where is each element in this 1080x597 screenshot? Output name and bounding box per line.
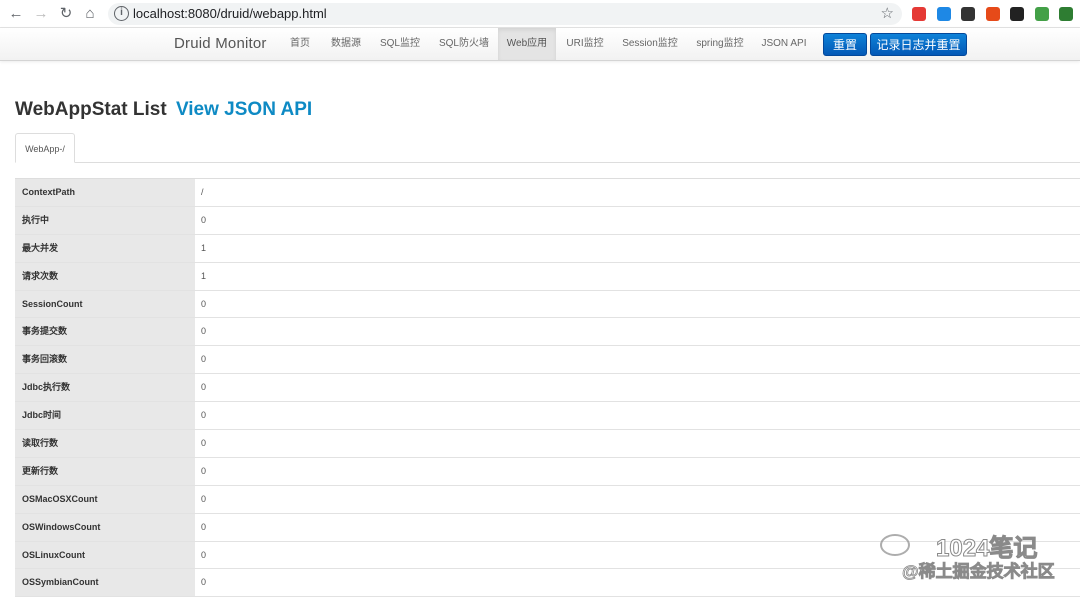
nav-uri-monitor[interactable]: URI监控 bbox=[560, 28, 610, 60]
nav-session-monitor[interactable]: Session监控 bbox=[616, 28, 684, 60]
table-row: SessionCount 0 bbox=[15, 290, 1080, 319]
stat-key: 请求次数 bbox=[15, 262, 195, 290]
stat-key: 更新行数 bbox=[15, 457, 195, 485]
nav-home[interactable]: 首页 bbox=[282, 28, 318, 60]
brand-title[interactable]: Druid Monitor bbox=[174, 35, 267, 52]
table-row: OSMacOSXCount 0 bbox=[15, 485, 1080, 514]
nav-datasource[interactable]: 数据源 bbox=[323, 28, 369, 60]
table-row: 最大并发 1 bbox=[15, 234, 1080, 263]
table-row: 事务回滚数 0 bbox=[15, 346, 1080, 375]
home-icon[interactable]: ⌂ bbox=[80, 4, 100, 24]
stat-key: 最大并发 bbox=[15, 234, 195, 262]
nav-sql-firewall[interactable]: SQL防火墙 bbox=[432, 28, 496, 60]
stat-value: 0 bbox=[201, 382, 207, 393]
stat-value: 1 bbox=[201, 270, 207, 281]
stat-value: 1 bbox=[201, 242, 207, 253]
tabs-divider bbox=[15, 162, 1080, 163]
table-row: Jdbc时间 0 bbox=[15, 402, 1080, 431]
nav-web-app[interactable]: Web应用 bbox=[498, 28, 556, 60]
table-row: Jdbc执行数 0 bbox=[15, 374, 1080, 403]
stat-value: 0 bbox=[201, 354, 207, 365]
back-icon[interactable]: ← bbox=[6, 4, 26, 24]
stat-key: OSSymbianCount bbox=[15, 569, 195, 597]
bookmark-star-icon[interactable]: ☆ bbox=[881, 4, 894, 22]
watermark: 1024笔记 @稀土掘金技术社区 bbox=[880, 528, 1076, 588]
url-text[interactable]: localhost:8080/druid/webapp.html bbox=[133, 6, 327, 21]
druid-navbar: Druid Monitor 首页 数据源 SQL监控 SQL防火墙 Web应用 … bbox=[0, 28, 1080, 61]
stat-value: 0 bbox=[201, 410, 207, 421]
stat-value: 0 bbox=[201, 326, 207, 337]
page-title: WebAppStat List View JSON API bbox=[15, 99, 312, 121]
nav-json-api[interactable]: JSON API bbox=[756, 28, 812, 60]
info-icon[interactable]: i bbox=[114, 6, 129, 21]
ext-5-icon[interactable] bbox=[1010, 7, 1024, 21]
stat-value: 0 bbox=[201, 214, 207, 225]
browser-toolbar: ← → ↻ ⌂ i localhost:8080/druid/webapp.ht… bbox=[0, 0, 1080, 28]
stat-key: OSWindowsCount bbox=[15, 513, 195, 541]
table-row: 执行中 0 bbox=[15, 206, 1080, 235]
stat-value: 0 bbox=[201, 438, 207, 449]
ext-7-icon[interactable] bbox=[1059, 7, 1073, 21]
stat-key: 事务回滚数 bbox=[15, 346, 195, 374]
stat-key: Jdbc时间 bbox=[15, 402, 195, 430]
stat-key: OSLinuxCount bbox=[15, 541, 195, 569]
nav-spring-monitor[interactable]: spring监控 bbox=[690, 28, 750, 60]
stat-key: Jdbc执行数 bbox=[15, 374, 195, 402]
ext-3-icon[interactable] bbox=[961, 7, 975, 21]
stat-key: 事务提交数 bbox=[15, 318, 195, 346]
ext-1-icon[interactable] bbox=[912, 7, 926, 21]
address-bar[interactable]: i localhost:8080/druid/webapp.html ☆ bbox=[108, 3, 902, 25]
stat-key: OSMacOSXCount bbox=[15, 485, 195, 513]
wechat-icon bbox=[880, 534, 910, 556]
log-and-reset-button[interactable]: 记录日志并重置 bbox=[870, 33, 967, 56]
stat-value: 0 bbox=[201, 465, 207, 476]
page-title-text: WebAppStat List bbox=[15, 99, 167, 120]
stat-key: ContextPath bbox=[15, 179, 195, 206]
forward-icon[interactable]: → bbox=[31, 4, 51, 24]
stat-value: / bbox=[201, 187, 204, 197]
stat-value: 0 bbox=[201, 493, 207, 504]
stat-value: 0 bbox=[201, 298, 207, 309]
stat-key: SessionCount bbox=[15, 290, 195, 318]
watermark-bottom: @稀土掘金技术社区 bbox=[902, 562, 1055, 582]
stat-key: 执行中 bbox=[15, 206, 195, 234]
table-row: 事务提交数 0 bbox=[15, 318, 1080, 347]
reset-button[interactable]: 重置 bbox=[823, 33, 867, 56]
ext-4-icon[interactable] bbox=[985, 7, 1000, 21]
table-row: 读取行数 0 bbox=[15, 430, 1080, 458]
table-row: 请求次数 1 bbox=[15, 262, 1080, 291]
ext-2-icon[interactable] bbox=[936, 7, 951, 21]
ext-6-icon[interactable] bbox=[1034, 7, 1049, 21]
table-row: ContextPath / bbox=[15, 179, 1080, 207]
nav-sql-monitor[interactable]: SQL监控 bbox=[374, 28, 426, 60]
table-row: 更新行数 0 bbox=[15, 457, 1080, 486]
reload-icon[interactable]: ↻ bbox=[56, 4, 76, 24]
stat-key: 读取行数 bbox=[15, 430, 195, 457]
tab-webapp[interactable]: WebApp-/ bbox=[15, 133, 75, 163]
view-json-api-link[interactable]: View JSON API bbox=[176, 99, 312, 120]
